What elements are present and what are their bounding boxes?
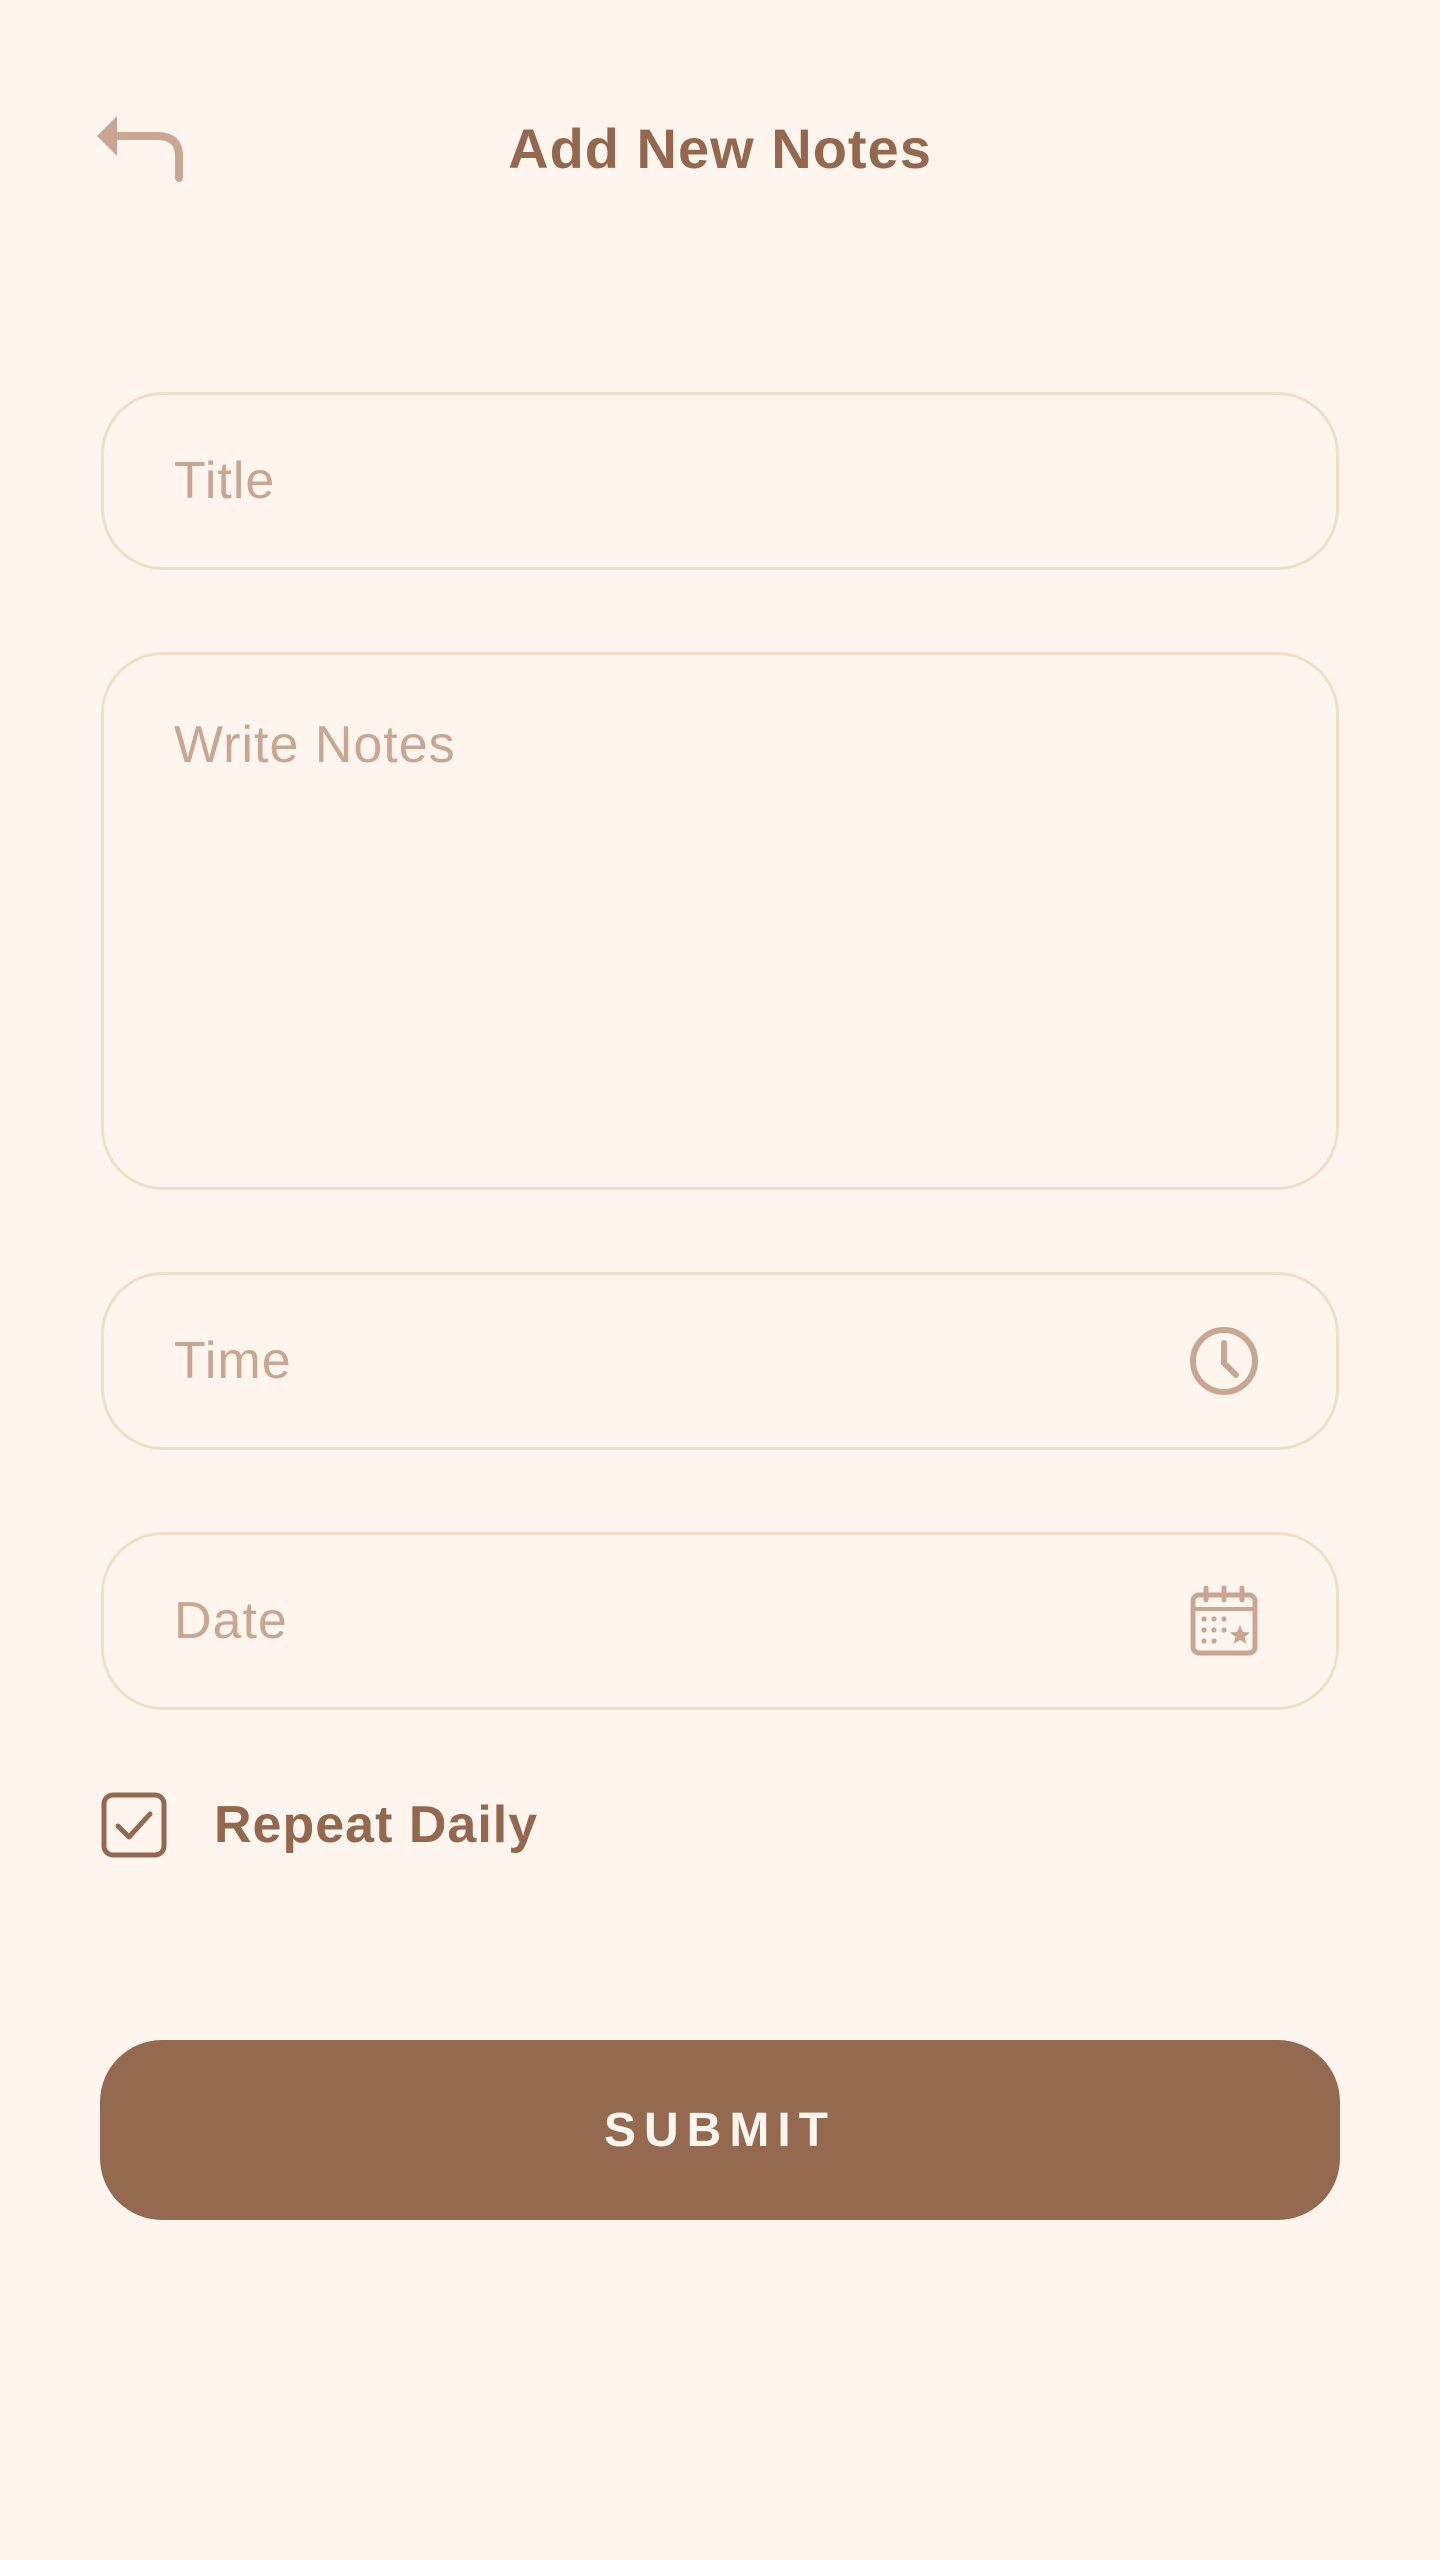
title-input[interactable] bbox=[174, 395, 1174, 567]
date-picker-button[interactable] bbox=[1186, 1583, 1262, 1659]
notes-field[interactable] bbox=[101, 652, 1339, 1190]
time-field[interactable] bbox=[101, 1272, 1339, 1450]
title-field[interactable] bbox=[101, 392, 1339, 570]
time-picker-button[interactable] bbox=[1186, 1323, 1262, 1399]
notes-textarea[interactable] bbox=[174, 715, 1254, 1155]
checkbox-checked-icon bbox=[101, 1792, 167, 1858]
submit-button[interactable]: SUBMIT bbox=[100, 2040, 1340, 2220]
header: Add New Notes bbox=[0, 90, 1440, 210]
repeat-daily-label: Repeat Daily bbox=[214, 1796, 539, 1854]
time-input[interactable] bbox=[174, 1275, 1174, 1447]
date-field[interactable] bbox=[101, 1532, 1339, 1710]
page-title: Add New Notes bbox=[508, 117, 932, 180]
repeat-daily-row: Repeat Daily bbox=[101, 1790, 538, 1860]
clock-icon bbox=[1190, 1327, 1258, 1395]
date-input[interactable] bbox=[174, 1535, 1174, 1707]
repeat-daily-checkbox[interactable] bbox=[101, 1792, 167, 1858]
add-notes-screen: Add New Notes Title Write Notes Time Dat… bbox=[0, 0, 1440, 2560]
calendar-icon bbox=[1190, 1585, 1258, 1656]
